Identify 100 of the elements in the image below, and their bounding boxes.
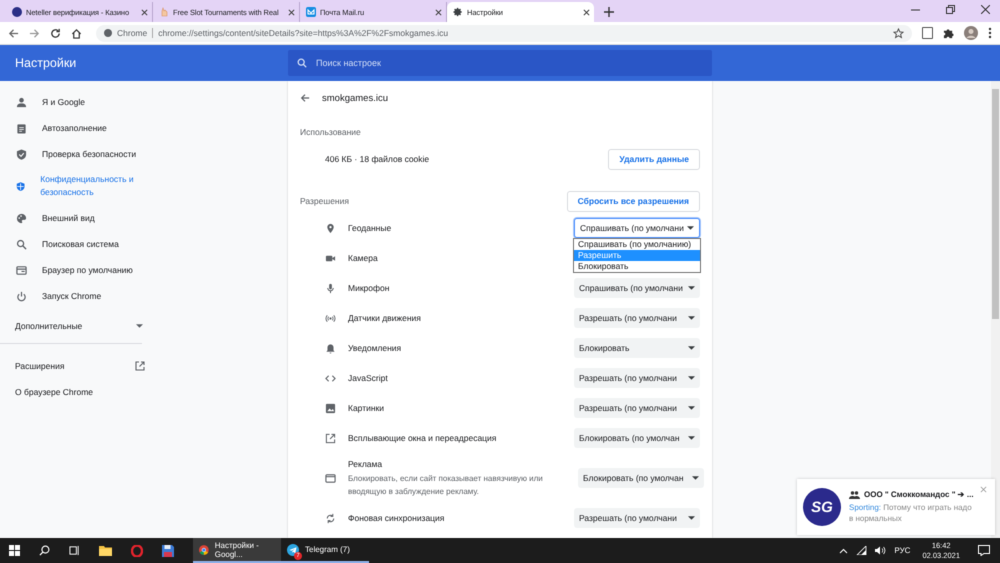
image-icon bbox=[325, 402, 336, 414]
caret-icon bbox=[688, 286, 695, 290]
reload-icon[interactable] bbox=[50, 28, 61, 38]
search-field[interactable]: Поиск настроек bbox=[288, 50, 712, 76]
permission-dropdown[interactable]: Спрашивать (по умолчани bbox=[574, 278, 700, 298]
sidebar-link[interactable]: О браузере Chrome bbox=[0, 379, 145, 405]
notification-title: ООО " Смоккомандос " ➔ ... bbox=[864, 490, 974, 499]
microphone-icon bbox=[325, 282, 336, 294]
puzzle-icon[interactable] bbox=[943, 28, 954, 38]
sidebar-item[interactable]: Проверка безопасности bbox=[0, 141, 166, 167]
permission-description: Блокировать, если сайт показывает навязчивую или вводящую в заблуждение рекламу. bbox=[348, 472, 544, 498]
new-tab-icon[interactable] bbox=[604, 7, 614, 17]
info-dot-icon bbox=[104, 29, 112, 37]
back-arrow-icon[interactable] bbox=[8, 28, 19, 38]
chevron-up-icon[interactable] bbox=[839, 548, 848, 554]
caret-icon bbox=[688, 516, 695, 520]
scrollbar[interactable] bbox=[991, 81, 1000, 538]
round-logo-icon bbox=[12, 7, 22, 17]
site-label: Chrome bbox=[117, 28, 148, 38]
permission-dropdown[interactable]: Разрешать (по умолчани bbox=[574, 308, 700, 328]
close-icon[interactable] bbox=[583, 8, 590, 16]
sidebar-item[interactable]: Конфиденциальность и безопасность bbox=[0, 167, 166, 205]
dropdown-option[interactable]: Спрашивать (по умолчанию) bbox=[574, 239, 700, 250]
avatar-logo: SG bbox=[803, 488, 841, 526]
close-icon[interactable] bbox=[141, 8, 148, 16]
search-icon[interactable] bbox=[39, 545, 50, 556]
permission-label: Камера bbox=[348, 253, 378, 263]
sidebar-item[interactable]: Поисковая система bbox=[0, 231, 166, 257]
home-icon[interactable] bbox=[71, 28, 82, 38]
sidebar-item[interactable]: Я и Google bbox=[0, 89, 166, 115]
permission-label: Реклама bbox=[348, 458, 382, 468]
external-window-icon bbox=[325, 432, 336, 444]
bell-icon bbox=[325, 342, 336, 354]
site-name: smokgames.icu bbox=[322, 92, 388, 104]
avatar-icon[interactable] bbox=[964, 26, 978, 40]
address-bar[interactable]: Chrome chrome://settings/content/siteDetails?site=https%3A%2F%2Fsmokgames.icu bbox=[96, 24, 912, 42]
permission-label: Всплывающие окна и переадресация bbox=[348, 433, 496, 443]
close-icon[interactable] bbox=[981, 5, 990, 14]
search-icon bbox=[297, 58, 307, 68]
language-indicator[interactable]: РУС bbox=[894, 546, 910, 555]
permission-label: Уведомления bbox=[348, 343, 402, 353]
permission-dropdown[interactable]: Блокировать (по умолчан bbox=[574, 428, 700, 448]
ring-logo-icon[interactable] bbox=[131, 544, 143, 556]
extension-icon[interactable] bbox=[922, 27, 933, 39]
hand-icon bbox=[159, 7, 169, 17]
permission-dropdown[interactable]: Спрашивать (по умолчани bbox=[574, 218, 700, 238]
back-arrow-icon[interactable] bbox=[300, 93, 310, 103]
permission-dropdown[interactable]: Разрешать (по умолчани bbox=[574, 508, 700, 528]
permission-dropdown[interactable]: Блокировать bbox=[574, 338, 700, 358]
task-view-icon[interactable] bbox=[69, 545, 80, 556]
clear-data-button[interactable]: Удалить данные bbox=[608, 148, 700, 170]
location-pin-icon bbox=[325, 222, 336, 234]
speaker-icon[interactable] bbox=[875, 546, 886, 555]
caret-icon bbox=[688, 346, 695, 350]
signal-waves-icon bbox=[325, 312, 336, 324]
taskbar-app[interactable]: Настройки - Googl... bbox=[193, 538, 281, 563]
gear-icon bbox=[453, 7, 463, 17]
sidebar-item[interactable]: Автозаполнение bbox=[0, 115, 166, 141]
permission-label: Геоданные bbox=[348, 223, 392, 233]
caret-icon bbox=[136, 324, 143, 328]
more-menu-icon[interactable] bbox=[988, 27, 992, 39]
permission-dropdown[interactable]: Разрешать (по умолчани bbox=[574, 368, 700, 388]
wifi-icon[interactable] bbox=[856, 546, 868, 555]
permission-label: Микрофон bbox=[348, 283, 390, 293]
page-title: Настройки bbox=[14, 56, 78, 70]
close-icon[interactable] bbox=[435, 8, 442, 16]
permission-dropdown[interactable]: Разрешать (по умолчани bbox=[574, 398, 700, 418]
sidebar-item[interactable]: Запуск Chrome bbox=[0, 283, 166, 309]
close-icon[interactable] bbox=[288, 8, 295, 16]
permission-dropdown[interactable]: Блокировать (по умолчан bbox=[578, 468, 704, 488]
notification-message: Sporting: Потому что играть надо в нормальных bbox=[849, 502, 973, 524]
sidebar-item[interactable]: Внешний вид bbox=[0, 205, 166, 231]
chrome-logo-icon bbox=[199, 544, 209, 556]
shield-icon bbox=[16, 148, 27, 160]
folder-icon[interactable] bbox=[99, 545, 112, 556]
power-icon bbox=[16, 290, 27, 302]
external-link-icon bbox=[135, 361, 145, 371]
dropdown-option[interactable]: Блокировать bbox=[574, 261, 700, 272]
palette-icon bbox=[16, 212, 27, 224]
chat-bubble-icon[interactable] bbox=[978, 545, 990, 556]
star-icon[interactable] bbox=[893, 28, 904, 38]
advanced-section-toggle[interactable]: Дополнительные bbox=[0, 309, 143, 331]
section-heading: Разрешения bbox=[300, 196, 349, 206]
envelope-icon bbox=[306, 7, 316, 17]
shield-icon bbox=[16, 180, 26, 192]
reset-permissions-button[interactable]: Сбросить все разрешения bbox=[566, 190, 700, 212]
url-text: chrome://settings/content/siteDetails?site=https%3A%2F%2Fsmokgames.icu bbox=[158, 28, 450, 38]
paper-plane-icon bbox=[287, 544, 299, 556]
sidebar-item[interactable]: Браузер по умолчанию bbox=[0, 257, 166, 283]
sync-icon bbox=[325, 512, 336, 524]
notification-toast[interactable]: SG ООО " Смоккомандос " ➔ ... Sporting: Потому что играть надо в нормальных bbox=[797, 479, 995, 535]
group-icon bbox=[849, 490, 860, 498]
permission-label: Фоновая синхронизация bbox=[348, 513, 444, 523]
clipboard-icon bbox=[16, 122, 27, 134]
window-icon bbox=[325, 472, 336, 484]
sidebar-link[interactable]: Расширения bbox=[0, 353, 145, 379]
restore-icon[interactable] bbox=[946, 5, 955, 14]
person-icon bbox=[16, 96, 27, 108]
forward-arrow-icon[interactable] bbox=[29, 28, 40, 38]
windows-logo-icon[interactable] bbox=[9, 545, 20, 556]
